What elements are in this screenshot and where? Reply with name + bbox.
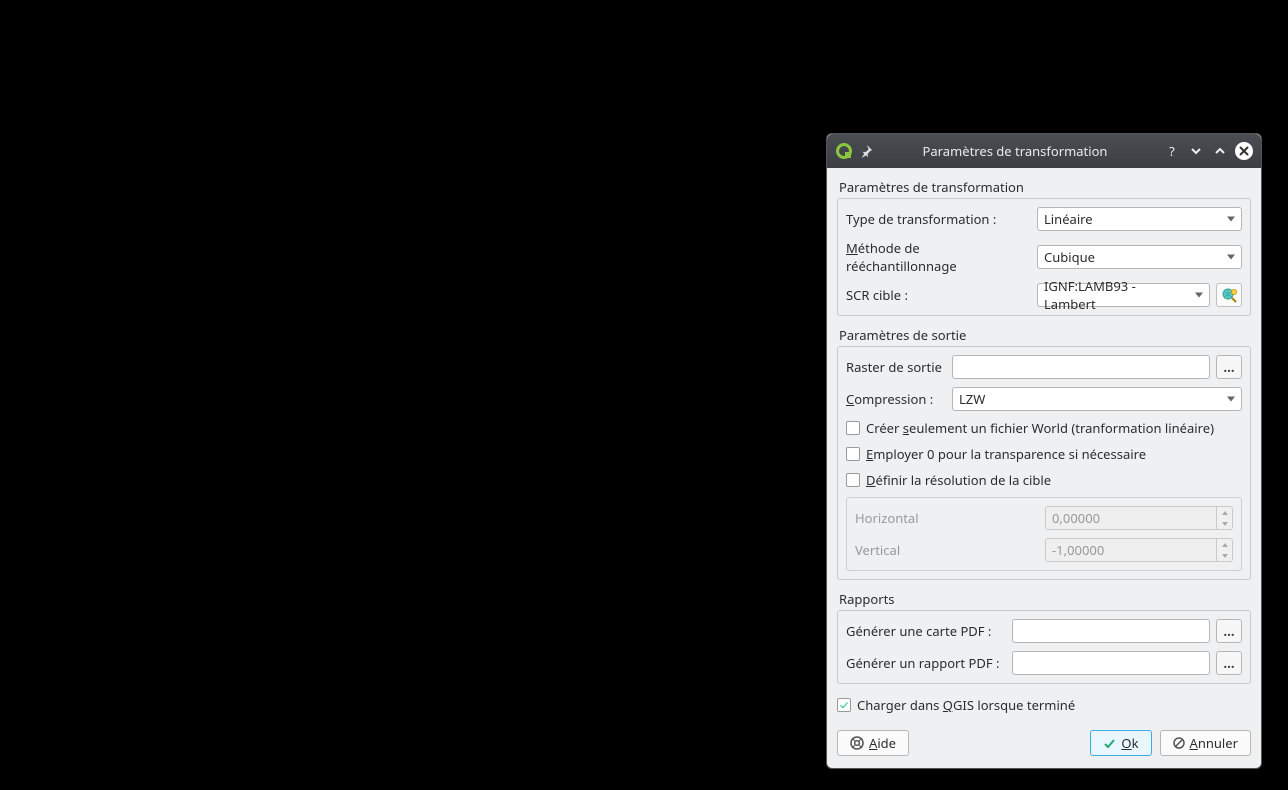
label-worldfile: Créer seulement un fichier World (tranfo…	[866, 419, 1214, 437]
check-icon	[1103, 737, 1116, 750]
groupbox-output: Raster de sortie … Compression : LZW Cré…	[837, 346, 1251, 580]
titlebar-shade-icon[interactable]	[1187, 142, 1205, 160]
spin-res-vertical: -1,00000	[1045, 538, 1217, 562]
input-pdf-report[interactable]	[1012, 651, 1210, 675]
titlebar-close-icon[interactable]	[1235, 142, 1253, 160]
label-transform-type: Type de transformation :	[846, 210, 1031, 228]
dialog-body: Paramètres de transformation Type de tra…	[827, 168, 1261, 764]
cancel-icon	[1173, 737, 1185, 749]
qgis-app-icon	[835, 142, 853, 160]
section-reports: Rapports Générer une carte PDF : … Génér…	[837, 590, 1251, 684]
combo-compression[interactable]: LZW	[952, 387, 1242, 411]
window-title: Paramètres de transformation	[873, 142, 1157, 160]
browse-output-raster-button[interactable]: …	[1216, 355, 1242, 379]
help-lifebuoy-icon	[850, 736, 864, 750]
titlebar-help-icon[interactable]	[1163, 142, 1181, 160]
label-compression: Compression :	[846, 390, 946, 408]
combo-resample-method[interactable]: Cubique	[1037, 245, 1242, 269]
section-output-title: Paramètres de sortie	[837, 326, 1251, 344]
groupbox-reports: Générer une carte PDF : … Générer un rap…	[837, 610, 1251, 684]
combo-target-crs[interactable]: IGNF:LAMB93 - Lambert	[1037, 283, 1210, 307]
spin-res-horizontal-arrows	[1217, 506, 1233, 530]
section-reports-title: Rapports	[837, 590, 1251, 608]
section-transform: Paramètres de transformation Type de tra…	[837, 178, 1251, 316]
checkbox-transparency-row[interactable]: Employer 0 pour la transparence si néces…	[846, 445, 1242, 463]
pin-icon[interactable]	[859, 144, 873, 158]
section-transform-title: Paramètres de transformation	[837, 178, 1251, 196]
checkbox-worldfile[interactable]	[846, 421, 860, 435]
dialog-window: Paramètres de transformation Paramètres …	[826, 133, 1262, 769]
ok-button[interactable]: Ok	[1090, 730, 1151, 756]
checkbox-load-in-qgis[interactable]	[837, 698, 851, 712]
label-transparency: Employer 0 pour la transparence si néces…	[866, 445, 1146, 463]
label-load-in-qgis: Charger dans QGIS lorsque terminé	[857, 696, 1075, 714]
label-target-crs: SCR cible :	[846, 286, 1031, 304]
resolution-subgroup: Horizontal 0,00000 Vertical -1,00000	[846, 497, 1242, 571]
spin-res-vertical-arrows	[1217, 538, 1233, 562]
input-pdf-map[interactable]	[1012, 619, 1210, 643]
label-resample-method: Méthode de rééchantillonnage	[846, 239, 1031, 275]
combo-transform-type[interactable]: Linéaire	[1037, 207, 1242, 231]
checkbox-load-row[interactable]: Charger dans QGIS lorsque terminé	[837, 694, 1251, 716]
checkbox-resolution-row[interactable]: Définir la résolution de la cible	[846, 471, 1242, 489]
label-res-horizontal: Horizontal	[855, 509, 1039, 527]
crs-picker-button[interactable]	[1216, 283, 1242, 307]
titlebar-maximize-icon[interactable]	[1211, 142, 1229, 160]
help-button[interactable]: Aide	[837, 730, 909, 756]
spin-res-horizontal: 0,00000	[1045, 506, 1217, 530]
section-output: Paramètres de sortie Raster de sortie … …	[837, 326, 1251, 580]
checkbox-resolution[interactable]	[846, 473, 860, 487]
groupbox-transform: Type de transformation : Linéaire Méthod…	[837, 198, 1251, 316]
label-res-vertical: Vertical	[855, 541, 1039, 559]
checkbox-worldfile-row[interactable]: Créer seulement un fichier World (tranfo…	[846, 419, 1242, 437]
button-row: Aide Ok Annuler	[837, 726, 1251, 756]
input-output-raster[interactable]	[952, 355, 1210, 379]
cancel-button[interactable]: Annuler	[1160, 730, 1251, 756]
label-pdf-map: Générer une carte PDF :	[846, 622, 1006, 640]
browse-pdf-report-button[interactable]: …	[1216, 651, 1242, 675]
browse-pdf-map-button[interactable]: …	[1216, 619, 1242, 643]
titlebar[interactable]: Paramètres de transformation	[827, 134, 1261, 168]
label-pdf-report: Générer un rapport PDF :	[846, 654, 1006, 672]
label-output-raster: Raster de sortie	[846, 358, 946, 376]
label-resolution: Définir la résolution de la cible	[866, 471, 1051, 489]
checkbox-transparency[interactable]	[846, 447, 860, 461]
